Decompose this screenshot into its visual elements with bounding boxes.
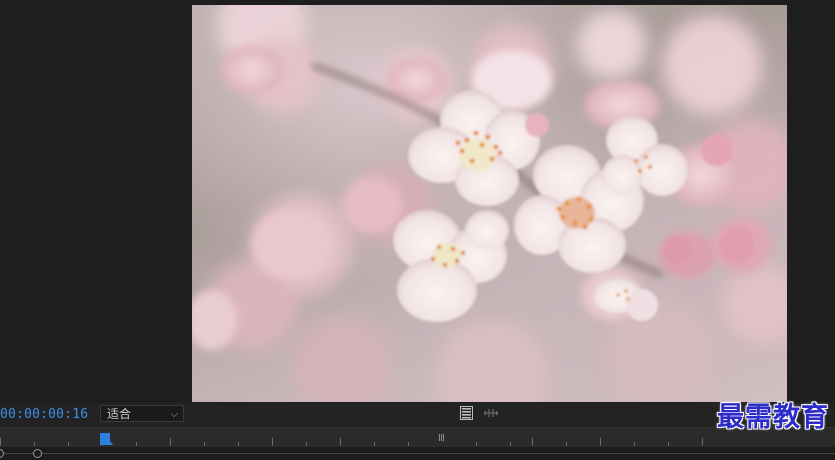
time-ruler-ticks: [0, 434, 703, 446]
zoom-handle-left[interactable]: [0, 449, 4, 458]
zoom-scrollbar-track: [0, 453, 835, 454]
zoom-level-select[interactable]: 适合 ⌵: [100, 405, 184, 422]
playhead-timecode[interactable]: 00:00:00:16: [0, 407, 88, 422]
zoom-level-value: 适合: [107, 407, 132, 421]
video-frame[interactable]: [192, 5, 787, 402]
blossom-image: [192, 5, 787, 402]
zoom-handle-right[interactable]: [33, 449, 42, 458]
program-monitor: 00:00:00:16 适合 ⌵ 最需教育: [0, 0, 835, 460]
watermark-logo: 最需教育: [717, 402, 829, 433]
time-ruler[interactable]: [0, 427, 835, 448]
zoom-scrollbar[interactable]: [0, 447, 835, 460]
center-marker-icon: [439, 434, 444, 441]
playhead-icon[interactable]: [100, 433, 113, 445]
chevron-down-icon: ⌵: [170, 409, 178, 420]
settings-icon[interactable]: [460, 406, 473, 420]
monitor-viewport: [0, 0, 835, 403]
monitor-controls: 00:00:00:16 适合 ⌵: [0, 403, 835, 427]
compare-view-icon[interactable]: [484, 408, 498, 418]
